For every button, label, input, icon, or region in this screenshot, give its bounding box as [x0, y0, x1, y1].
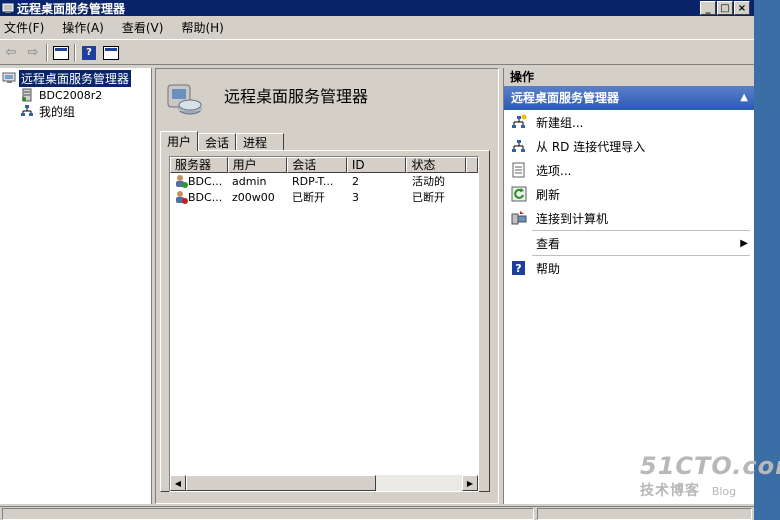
forward-arrow-icon[interactable]: ⇨	[24, 44, 42, 62]
tree-root[interactable]: 远程桌面服务管理器	[2, 68, 133, 88]
table-cell-session: 已断开	[292, 191, 325, 204]
menu-view[interactable]: 查看(V)	[122, 19, 164, 36]
options-icon	[511, 162, 527, 178]
group-icon	[511, 138, 527, 154]
table-cell-session: RDP-T...	[292, 174, 334, 188]
submenu-arrow-icon: ▶	[740, 237, 748, 249]
column-header-state[interactable]: 状态	[406, 157, 467, 173]
title-bar: 远程桌面服务管理器	[0, 0, 754, 16]
tree-item-my-group[interactable]: 我的组	[20, 103, 77, 119]
table-cell-state: 已断开	[412, 191, 445, 204]
action-view[interactable]: 查看 ▶	[504, 231, 754, 255]
tab-strip: 用户 会话 进程	[160, 131, 285, 151]
user-disconnected-icon	[174, 190, 188, 204]
column-header-session[interactable]: 会话	[287, 157, 347, 173]
page-title: 远程桌面服务管理器	[224, 87, 369, 106]
column-header-id[interactable]: ID	[346, 157, 407, 173]
table-cell-server: BDC...	[170, 174, 228, 188]
horizontal-scrollbar[interactable]: ◀ ▶	[170, 475, 478, 491]
toolbar-separator	[46, 43, 48, 62]
action-connect-to-computer[interactable]: 连接到计算机	[504, 206, 754, 230]
tab-users[interactable]: 用户	[160, 131, 199, 151]
main-pane: 远程桌面服务管理器 用户 会话 进程 服务器 用户 会话 ID 状态 BDC..…	[155, 68, 499, 504]
remote-desktop-icon	[2, 71, 16, 85]
table-row[interactable]: BDC... z00w00 已断开 3 已断开	[170, 189, 478, 205]
remote-desktop-icon	[2, 2, 14, 14]
status-segment	[2, 508, 534, 520]
menu-help[interactable]: 帮助(H)	[181, 19, 223, 36]
action-import-from-broker[interactable]: 从 RD 连接代理导入	[504, 134, 754, 158]
action-help[interactable]: ? 帮助	[504, 256, 754, 280]
tab-sessions[interactable]: 会话	[198, 133, 237, 151]
actions-pane: 操作 远程桌面服务管理器 ▲ 新建组... 从 RD 连接代理导入 选项... …	[503, 68, 754, 504]
table-cell-id: 3	[352, 190, 359, 204]
toolbar: ⇦ ⇨ ?	[0, 41, 754, 65]
action-new-group[interactable]: 新建组...	[504, 110, 754, 134]
minimize-button[interactable]: _	[700, 1, 716, 15]
users-list[interactable]: 服务器 用户 会话 ID 状态 BDC... admin RDP-T... 2 …	[169, 156, 479, 492]
list-header: 服务器 用户 会话 ID 状态	[170, 157, 478, 173]
back-arrow-icon[interactable]: ⇦	[2, 44, 20, 62]
view-placeholder-icon	[511, 235, 527, 251]
toolbar-separator	[74, 43, 76, 62]
table-row[interactable]: BDC... admin RDP-T... 2 活动的	[170, 173, 478, 189]
show-hide-tree-icon[interactable]	[52, 44, 70, 62]
column-header-server[interactable]: 服务器	[170, 157, 228, 173]
table-cell-user: z00w00	[232, 190, 275, 204]
tree-pane: 远程桌面服务管理器 BDC2008r2 我的组	[0, 68, 152, 504]
actions-group-header[interactable]: 远程桌面服务管理器 ▲	[504, 86, 754, 110]
show-hide-action-pane-icon[interactable]	[102, 44, 120, 62]
close-button[interactable]: ×	[734, 1, 750, 15]
refresh-icon	[511, 186, 527, 202]
status-segment	[537, 508, 752, 520]
menu-bar: 文件(F) 操作(A) 查看(V) 帮助(H)	[0, 16, 754, 40]
window-title: 远程桌面服务管理器	[17, 1, 126, 16]
maximize-button[interactable]: □	[717, 1, 733, 15]
scroll-right-icon[interactable]: ▶	[462, 475, 478, 491]
status-bar	[0, 506, 754, 520]
menu-action[interactable]: 操作(A)	[62, 19, 104, 36]
collapse-caret-icon[interactable]: ▲	[740, 86, 748, 110]
help-icon[interactable]: ?	[80, 44, 98, 62]
scroll-thumb[interactable]	[186, 475, 376, 491]
new-group-icon	[511, 114, 527, 130]
action-refresh[interactable]: 刷新	[504, 182, 754, 206]
server-icon	[20, 88, 34, 102]
table-cell-state: 活动的	[412, 175, 445, 188]
column-header-filler	[466, 157, 478, 173]
table-cell-id: 2	[352, 174, 359, 188]
tab-processes[interactable]: 进程	[236, 133, 285, 151]
desktop-background	[754, 0, 780, 520]
actions-title: 操作	[504, 68, 754, 86]
user-active-icon	[174, 174, 188, 188]
help-icon: ?	[511, 260, 527, 276]
action-options[interactable]: 选项...	[504, 158, 754, 182]
column-header-user[interactable]: 用户	[227, 157, 288, 173]
scroll-left-icon[interactable]: ◀	[170, 475, 186, 491]
tree-item-server[interactable]: BDC2008r2	[20, 87, 104, 103]
tab-panel: 服务器 用户 会话 ID 状态 BDC... admin RDP-T... 2 …	[160, 150, 490, 492]
svg-text:?: ?	[515, 262, 521, 275]
table-cell-server: BDC...	[170, 190, 228, 204]
menu-file[interactable]: 文件(F)	[4, 19, 44, 36]
connect-computer-icon	[511, 210, 527, 226]
table-cell-user: admin	[232, 174, 267, 188]
group-icon	[20, 104, 34, 118]
remote-desktop-icon	[166, 81, 206, 119]
